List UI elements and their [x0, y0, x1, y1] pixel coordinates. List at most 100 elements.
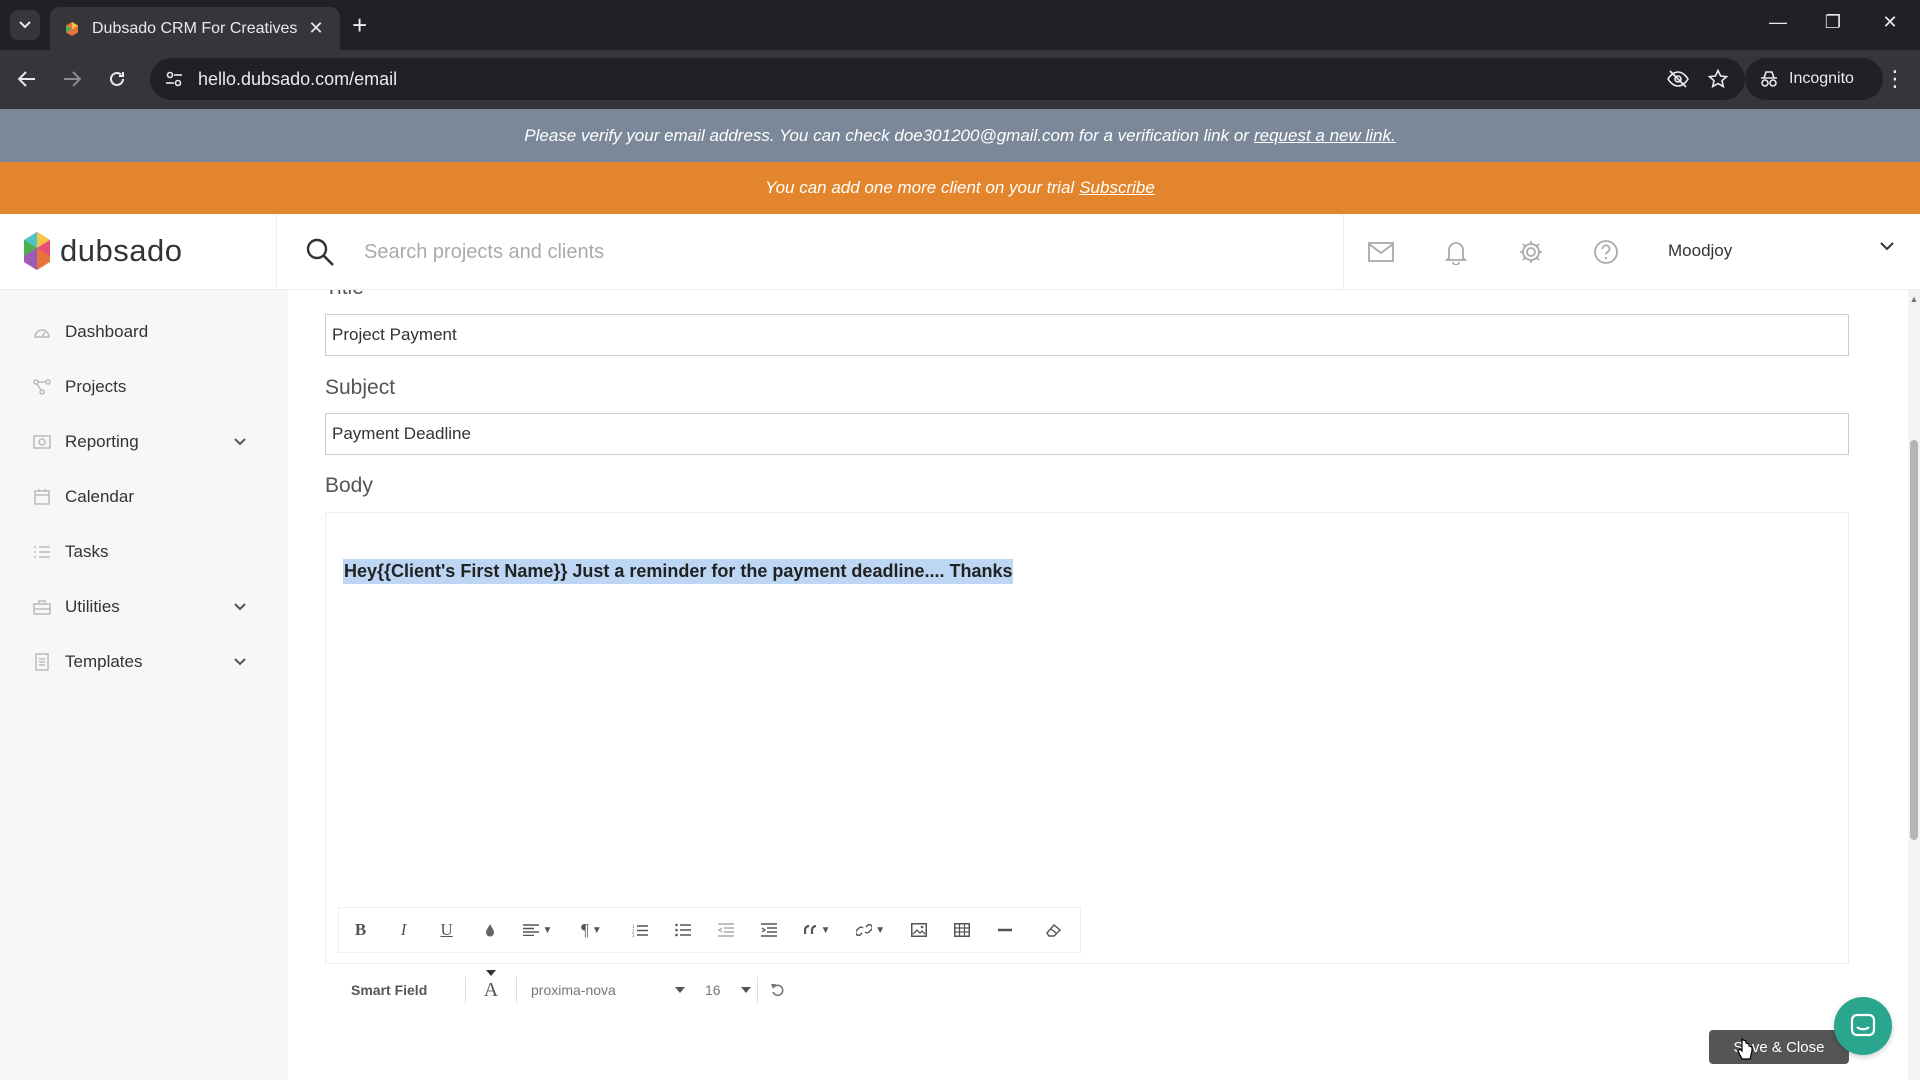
align-left-icon	[523, 924, 540, 936]
bell-icon[interactable]	[1442, 238, 1470, 266]
chevron-down-icon[interactable]	[234, 438, 246, 446]
title-label-clip: Title	[325, 290, 364, 304]
sidebar-item-label: Dashboard	[65, 322, 149, 341]
page-scrollbar[interactable]: ▲	[1908, 290, 1920, 1080]
chevron-down-icon	[19, 21, 31, 29]
sidebar-item-label: Templates	[65, 652, 143, 671]
link-dropdown[interactable]: ▼	[844, 907, 898, 953]
gear-icon[interactable]	[1517, 238, 1545, 266]
pointer-cursor-icon	[1737, 1038, 1753, 1060]
font-color-icon[interactable]: A	[466, 969, 516, 1002]
sidebar-item-templates[interactable]: Templates	[0, 642, 288, 682]
tab-search-button[interactable]	[10, 10, 40, 40]
sidebar-item-dashboard[interactable]: Dashboard	[0, 312, 288, 352]
horizontal-rule-icon	[998, 928, 1013, 932]
trial-banner: You can add one more client on your tria…	[0, 162, 1920, 214]
close-window-icon[interactable]: ✕	[1875, 12, 1905, 33]
request-new-link[interactable]: request a new link.	[1254, 126, 1396, 146]
ordered-list-icon: 123	[632, 925, 648, 937]
back-icon[interactable]	[12, 64, 42, 94]
caret-down-icon	[486, 969, 496, 976]
link-icon	[856, 924, 873, 936]
clear-format-button[interactable]	[1027, 907, 1081, 953]
chevron-down-icon[interactable]	[234, 658, 246, 666]
outdent-button[interactable]	[704, 907, 747, 953]
insert-image-button[interactable]	[897, 907, 940, 953]
body-editor[interactable]: Hey{{Client's First Name}} Just a remind…	[325, 512, 1849, 964]
subject-input[interactable]: Payment Deadline	[325, 413, 1849, 455]
incognito-label: Incognito	[1789, 70, 1854, 87]
quote-icon	[803, 925, 816, 934]
ordered-list-button[interactable]: 123	[618, 907, 661, 953]
subscribe-link[interactable]: Subscribe	[1079, 178, 1155, 198]
eye-off-icon[interactable]	[1665, 66, 1691, 92]
calendar-icon	[33, 488, 51, 506]
eraser-icon	[1046, 924, 1062, 937]
help-icon[interactable]	[1592, 238, 1620, 266]
browser-menu-icon[interactable]: ⋮	[1880, 64, 1910, 94]
browser-toolbar: hello.dubsado.com/email Incognito ⋮	[0, 50, 1920, 109]
sidebar-item-reporting[interactable]: Reporting	[0, 422, 288, 462]
unordered-list-button[interactable]	[661, 907, 704, 953]
sidebar-item-calendar[interactable]: Calendar	[0, 477, 288, 517]
bookmark-star-icon[interactable]	[1705, 66, 1731, 92]
browser-tab-bar: Dubsado CRM For Creatives ✕ + — ❐ ✕	[0, 0, 1920, 50]
chevron-down-icon[interactable]	[1880, 241, 1894, 251]
address-bar[interactable]: hello.dubsado.com/email	[150, 58, 1745, 100]
url-text[interactable]: hello.dubsado.com/email	[198, 69, 1665, 90]
undo-icon	[771, 984, 784, 997]
smart-field-button[interactable]: Smart Field	[325, 982, 465, 998]
mail-icon[interactable]	[1367, 238, 1395, 266]
verify-banner-text: Please verify your email address. You ca…	[524, 125, 1249, 145]
undo-button[interactable]	[758, 983, 798, 997]
sidebar: Dashboard Projects Reporting Calendar Ta…	[0, 290, 288, 1080]
bold-button[interactable]: B	[339, 907, 382, 953]
dubsado-logo[interactable]: dubsado	[22, 230, 182, 272]
user-name[interactable]: Moodjoy	[1668, 241, 1732, 261]
body-text-selected[interactable]: Hey{{Client's First Name}} Just a remind…	[343, 559, 1014, 584]
forward-icon[interactable]	[57, 64, 87, 94]
minimize-icon[interactable]: —	[1763, 12, 1793, 33]
incognito-badge[interactable]: Incognito	[1745, 58, 1883, 100]
app-header: dubsado Moodjoy	[0, 214, 1920, 290]
align-dropdown[interactable]: ▼	[511, 907, 565, 953]
underline-button[interactable]: U	[425, 907, 468, 953]
chat-launcher-button[interactable]	[1834, 997, 1892, 1055]
sidebar-item-label: Calendar	[65, 487, 134, 506]
paragraph-dropdown[interactable]: ¶ ▼	[565, 907, 619, 953]
sidebar-item-utilities[interactable]: Utilities	[0, 587, 288, 627]
utilities-icon	[33, 598, 51, 616]
scroll-up-arrow[interactable]: ▲	[1908, 294, 1920, 306]
sidebar-item-tasks[interactable]: Tasks	[0, 532, 288, 572]
chat-icon	[1850, 1013, 1876, 1037]
horizontal-rule-button[interactable]	[984, 907, 1027, 953]
droplet-icon	[485, 924, 494, 937]
close-tab-icon[interactable]: ✕	[306, 18, 326, 39]
formatting-toolbar: B I U ▼ ¶ ▼ 123 ▼ ▼	[338, 907, 1081, 953]
search-input[interactable]	[364, 234, 1264, 270]
sidebar-item-label: Reporting	[65, 432, 139, 451]
chevron-down-icon[interactable]	[234, 603, 246, 611]
font-size-select[interactable]: 16	[693, 975, 757, 1005]
reload-icon[interactable]	[102, 64, 132, 94]
caret-down-icon	[675, 987, 685, 993]
site-info-icon[interactable]	[164, 69, 184, 89]
browser-tab[interactable]: Dubsado CRM For Creatives ✕	[50, 7, 340, 50]
font-family-select[interactable]: proxima-nova	[517, 975, 693, 1005]
save-and-close-button[interactable]: Save & Close	[1709, 1030, 1849, 1064]
search-icon[interactable]	[305, 237, 335, 267]
new-tab-button[interactable]: +	[352, 12, 367, 38]
sidebar-item-projects[interactable]: Projects	[0, 367, 288, 407]
scrollbar-thumb[interactable]	[1910, 440, 1918, 840]
indent-button[interactable]	[747, 907, 790, 953]
quote-dropdown[interactable]: ▼	[790, 907, 844, 953]
body-label: Body	[325, 474, 373, 497]
title-input[interactable]: Project Payment	[325, 314, 1849, 356]
italic-button[interactable]: I	[382, 907, 425, 953]
outdent-icon	[717, 923, 734, 937]
sidebar-item-label: Utilities	[65, 597, 120, 616]
font-size-value: 16	[705, 982, 721, 998]
text-color-button[interactable]	[468, 907, 511, 953]
restore-icon[interactable]: ❐	[1818, 12, 1848, 33]
insert-table-button[interactable]	[940, 907, 983, 953]
